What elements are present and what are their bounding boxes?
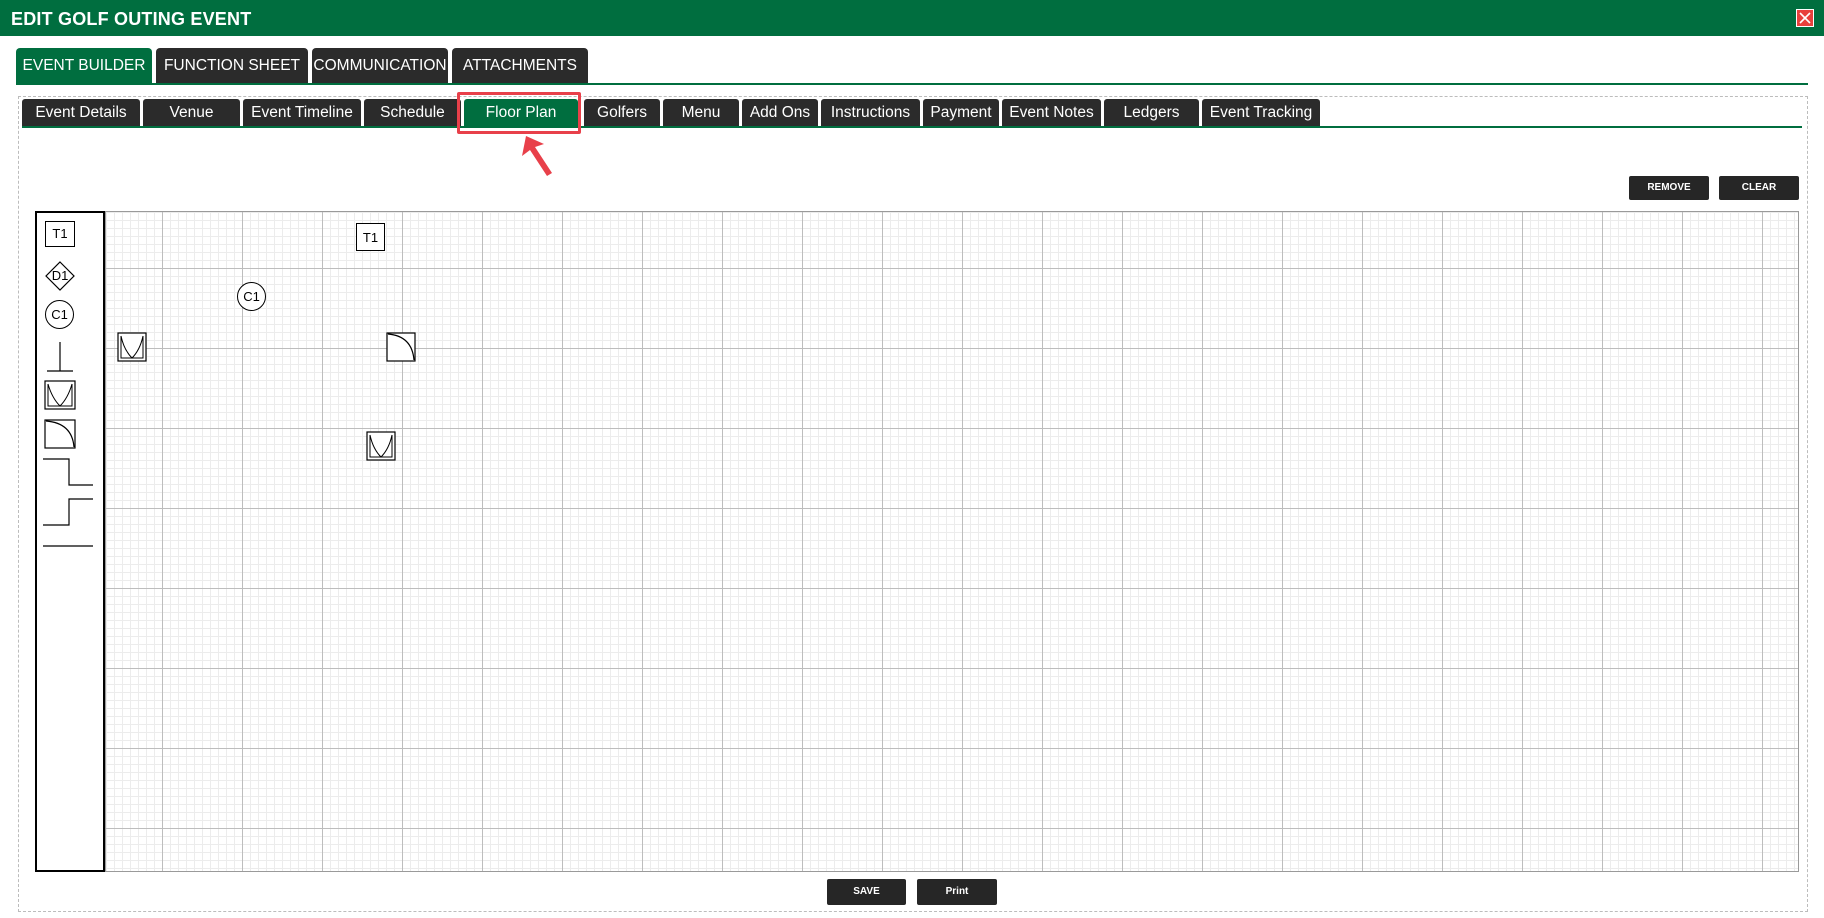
double-door-icon — [117, 332, 147, 362]
step-up-icon — [43, 498, 93, 526]
palette-diamond[interactable]: D1 — [43, 261, 77, 291]
palette-wall-t[interactable] — [43, 341, 75, 373]
palette-step-up[interactable] — [43, 497, 95, 527]
annotation-highlight-box — [457, 92, 581, 134]
single-door-icon — [386, 332, 416, 362]
tab-event-builder[interactable]: EVENT BUILDER — [16, 48, 152, 84]
save-button[interactable]: SAVE — [827, 879, 906, 905]
palette-circle-label: C1 — [51, 307, 68, 322]
close-icon — [1799, 12, 1811, 24]
window-title: EDIT GOLF OUTING EVENT — [11, 9, 252, 29]
subtab-event-timeline[interactable]: Event Timeline — [243, 99, 361, 126]
remove-button[interactable]: REMOVE — [1629, 176, 1709, 200]
placed-table-label: T1 — [362, 230, 379, 245]
placed-single-door[interactable] — [386, 332, 416, 362]
placed-circle-table[interactable]: C1 — [237, 282, 266, 311]
print-button[interactable]: Print — [917, 879, 997, 905]
subtab-golfers[interactable]: Golfers — [584, 99, 660, 126]
subtab-event-notes[interactable]: Event Notes — [1002, 99, 1101, 126]
line-icon — [43, 545, 93, 547]
floor-plan-canvas[interactable]: T1 C1 — [105, 211, 1799, 872]
palette-step-down[interactable] — [43, 457, 95, 487]
subtab-event-details[interactable]: Event Details — [22, 99, 140, 126]
subtab-instructions[interactable]: Instructions — [821, 99, 920, 126]
palette-double-door[interactable] — [44, 380, 76, 410]
subtab-ledgers[interactable]: Ledgers — [1104, 99, 1199, 126]
palette-circle[interactable]: C1 — [45, 300, 74, 329]
placed-double-door[interactable] — [117, 332, 147, 362]
tab-attachments[interactable]: ATTACHMENTS — [452, 48, 588, 84]
shape-palette: T1 D1 C1 — [35, 211, 105, 872]
subtab-payment[interactable]: Payment — [923, 99, 999, 126]
subtab-event-tracking[interactable]: Event Tracking — [1202, 99, 1320, 126]
palette-single-door[interactable] — [44, 419, 76, 449]
placed-table[interactable]: T1 — [356, 223, 385, 251]
palette-line[interactable] — [43, 537, 95, 547]
double-door-icon — [44, 380, 76, 410]
subtab-menu[interactable]: Menu — [663, 99, 739, 126]
step-down-icon — [43, 458, 93, 486]
main-tab-underline — [16, 83, 1808, 85]
placed-double-door-2[interactable] — [366, 431, 396, 461]
subtab-schedule[interactable]: Schedule — [364, 99, 461, 126]
annotation-arrow-icon — [522, 136, 552, 176]
single-door-icon — [44, 419, 76, 449]
palette-diamond-label: D1 — [51, 268, 69, 283]
subtab-add-ons[interactable]: Add Ons — [742, 99, 818, 126]
subtab-venue[interactable]: Venue — [143, 99, 240, 126]
window-title-bar: EDIT GOLF OUTING EVENT — [0, 0, 1824, 36]
close-button[interactable] — [1796, 9, 1814, 27]
palette-table-label: T1 — [52, 226, 68, 241]
wall-t-icon — [47, 342, 73, 372]
placed-circle-label: C1 — [243, 289, 260, 304]
sub-tab-underline — [22, 126, 1802, 128]
double-door-icon — [366, 431, 396, 461]
tab-function-sheet[interactable]: FUNCTION SHEET — [156, 48, 308, 84]
clear-button[interactable]: CLEAR — [1719, 176, 1799, 200]
palette-table[interactable]: T1 — [45, 221, 75, 247]
tab-communication[interactable]: COMMUNICATION — [312, 48, 448, 84]
